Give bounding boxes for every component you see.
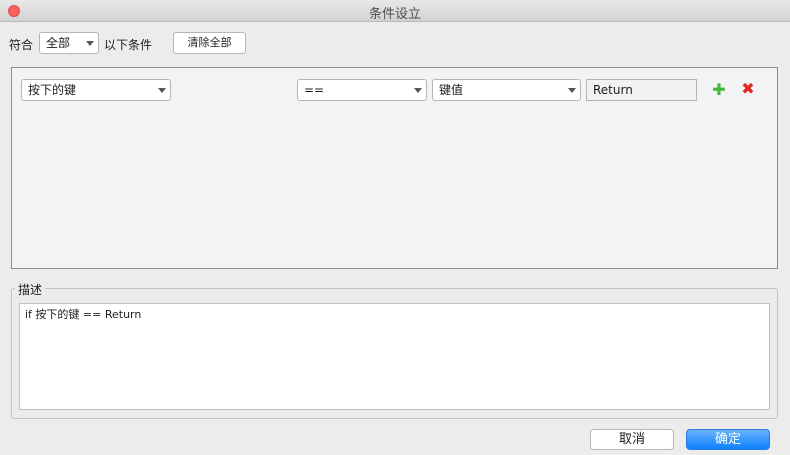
match-label: 符合 xyxy=(9,38,34,52)
x-icon: ✖ xyxy=(741,79,755,98)
plus-icon: ✚ xyxy=(712,80,726,99)
condition-field-value: 按下的键 xyxy=(28,83,77,97)
description-label: 描述 xyxy=(15,281,46,298)
chevron-down-icon xyxy=(86,41,94,46)
description-textarea[interactable]: if 按下的键 == Return xyxy=(19,303,770,410)
chevron-down-icon xyxy=(568,88,576,93)
condition-value-type-value: 键值 xyxy=(439,83,464,97)
condition-value-type-select[interactable]: 键值 xyxy=(432,79,581,101)
condition-field-select[interactable]: 按下的键 xyxy=(21,79,171,101)
condition-operator-select[interactable]: == xyxy=(297,79,427,101)
match-mode-select[interactable]: 全部 xyxy=(39,32,99,54)
cancel-button[interactable]: 取消 xyxy=(590,429,674,450)
conditions-suffix-label: 以下条件 xyxy=(104,38,153,52)
match-mode-value: 全部 xyxy=(46,36,71,50)
chevron-down-icon xyxy=(414,88,422,93)
chevron-down-icon xyxy=(158,88,166,93)
add-condition-button[interactable]: ✚ xyxy=(711,82,727,98)
ok-button[interactable]: 确定 xyxy=(686,429,770,450)
delete-condition-button[interactable]: ✖ xyxy=(740,81,756,97)
clear-all-button[interactable]: 清除全部 xyxy=(173,32,246,54)
condition-operator-value: == xyxy=(304,83,325,97)
window-title: 条件设立 xyxy=(368,7,421,22)
title-bar: 条件设立 xyxy=(0,0,790,22)
condition-value-field[interactable]: Return xyxy=(586,79,697,101)
